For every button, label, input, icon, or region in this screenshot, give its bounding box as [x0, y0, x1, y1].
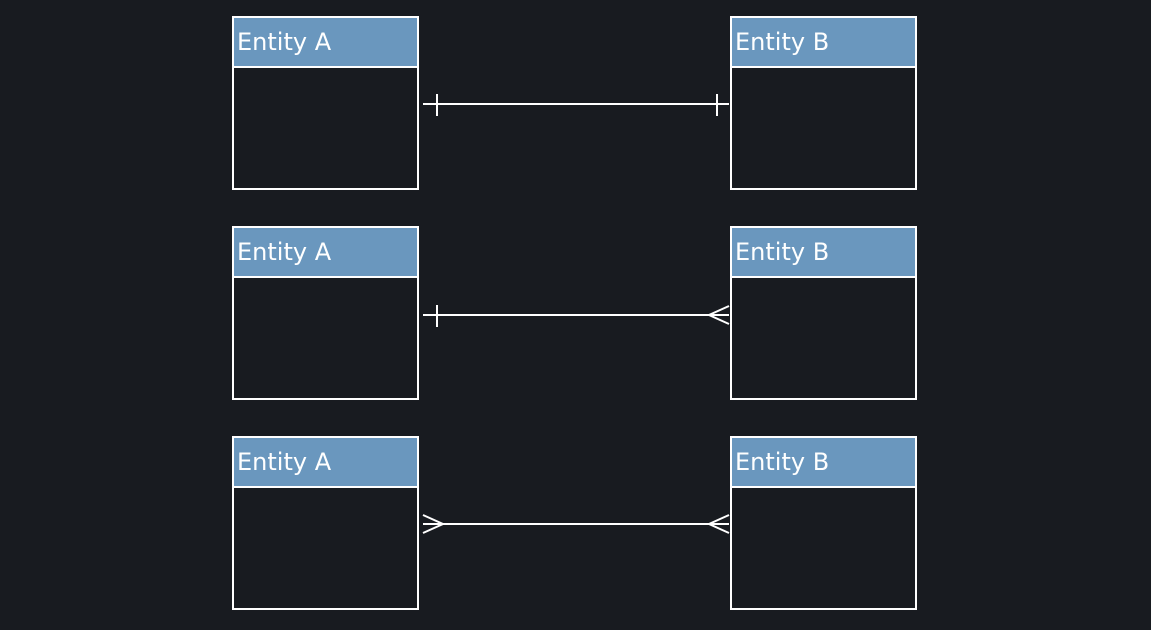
relationship-many-to-many[interactable]	[422, 514, 730, 534]
relationship-connectors	[422, 94, 730, 534]
relationship-one-to-many[interactable]	[423, 305, 730, 327]
er-diagram: Entity A Entity B Entity A Entity B Enti…	[0, 0, 1151, 630]
relationship-one-to-one[interactable]	[423, 94, 729, 116]
